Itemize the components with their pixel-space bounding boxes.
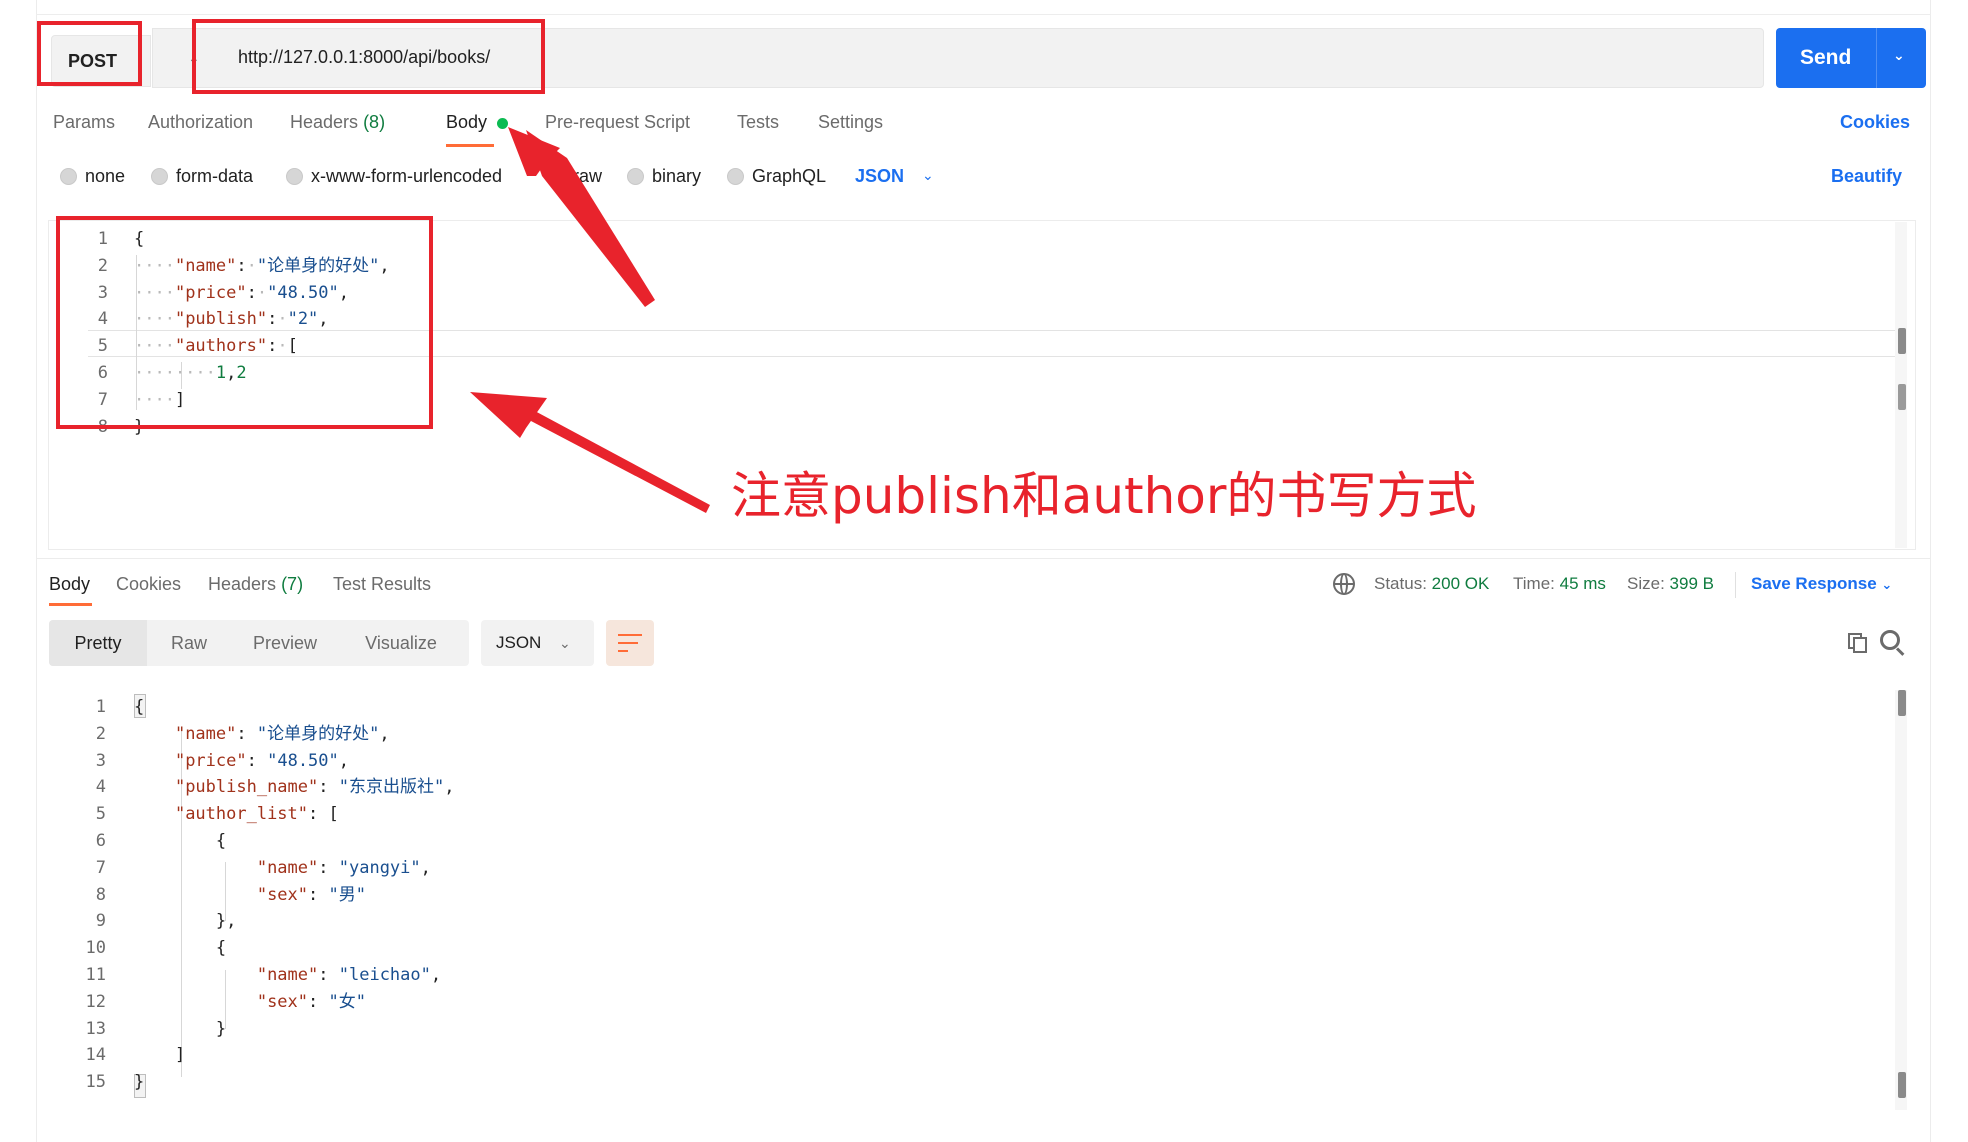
- body-modified-indicator: [497, 118, 508, 129]
- scrollbar-marker: [1898, 384, 1906, 410]
- radio-graphql[interactable]: GraphQL: [727, 166, 826, 187]
- scrollbar-track[interactable]: [1895, 690, 1907, 1110]
- radio-dot[interactable]: [60, 168, 77, 185]
- view-pretty[interactable]: Pretty: [49, 620, 147, 666]
- radio-dot[interactable]: [627, 168, 644, 185]
- meta-separator: [1735, 572, 1736, 598]
- chevron-down-icon[interactable]: ⌄: [1893, 47, 1905, 64]
- format-select[interactable]: JSON: [855, 166, 904, 187]
- send-button[interactable]: Send ⌄: [1776, 28, 1926, 88]
- copy-icon-front: [1853, 637, 1867, 653]
- active-tab-indicator: [446, 144, 494, 147]
- annotation-box-url: [192, 19, 545, 94]
- response-divider: [36, 558, 1931, 559]
- tab-pre-request-script[interactable]: Pre-request Script: [545, 112, 690, 133]
- tab-authorization[interactable]: Authorization: [148, 112, 253, 133]
- chevron-down-icon: ⌄: [559, 635, 571, 651]
- wrap-icon-line: [618, 642, 638, 644]
- response-format-select[interactable]: JSON ⌄: [481, 620, 594, 666]
- time-readout: Time: 45 ms: [1513, 574, 1606, 593]
- wrap-icon: [618, 634, 642, 636]
- tab-headers[interactable]: Headers (8): [290, 112, 385, 133]
- response-tab-body[interactable]: Body: [49, 574, 90, 595]
- send-separator: [1876, 28, 1877, 88]
- save-response-button[interactable]: Save Response ⌄: [1751, 574, 1892, 594]
- scrollbar-thumb[interactable]: [1898, 690, 1906, 716]
- view-raw[interactable]: Raw: [147, 620, 231, 666]
- response-line-numbers: 1 2 3 4 5 6 7 8 9 10 11 12 13 14 15: [85, 697, 106, 1093]
- status-readout: Status: 200 OK: [1374, 574, 1490, 593]
- copy-icon[interactable]: [1848, 633, 1868, 653]
- response-tab-cookies[interactable]: Cookies: [116, 574, 181, 595]
- response-tab-headers[interactable]: Headers (7): [208, 574, 303, 595]
- annotation-note: 注意publish和author的书写方式: [731, 467, 1477, 525]
- radio-binary[interactable]: binary: [627, 166, 701, 187]
- response-tab-test-results[interactable]: Test Results: [333, 574, 431, 595]
- scrollbar-marker: [1898, 1072, 1906, 1098]
- radio-dot-selected[interactable]: [548, 168, 565, 185]
- globe-icon[interactable]: [1333, 573, 1355, 595]
- view-visualize[interactable]: Visualize: [339, 620, 463, 666]
- wrap-lines-button[interactable]: [606, 620, 654, 666]
- radio-x-www-form-urlencoded[interactable]: x-www-form-urlencoded: [286, 166, 502, 187]
- response-body-code: { "name": "论单身的好处", "price": "48.50", "p…: [134, 697, 455, 1093]
- radio-none[interactable]: none: [60, 166, 125, 187]
- response-view-switcher: Pretty Raw Preview Visualize: [49, 620, 469, 666]
- annotation-box-request-body: [56, 216, 433, 429]
- beautify-link[interactable]: Beautify: [1831, 166, 1902, 187]
- size-readout: Size: 399 B: [1627, 574, 1714, 593]
- radio-form-data[interactable]: form-data: [151, 166, 253, 187]
- tab-tests[interactable]: Tests: [737, 112, 779, 133]
- top-divider: [36, 14, 1931, 15]
- scrollbar-thumb[interactable]: [1898, 328, 1906, 354]
- radio-raw[interactable]: raw: [548, 166, 602, 187]
- radio-dot[interactable]: [286, 168, 303, 185]
- chevron-down-icon[interactable]: ⌄: [922, 167, 934, 184]
- active-tab-indicator: [49, 603, 92, 606]
- search-icon[interactable]: [1880, 630, 1900, 650]
- radio-dot[interactable]: [151, 168, 168, 185]
- send-label: Send: [1800, 46, 1852, 69]
- tab-body[interactable]: Body: [446, 112, 487, 133]
- tab-params[interactable]: Params: [53, 112, 115, 133]
- annotation-box-method: [37, 21, 142, 86]
- radio-dot[interactable]: [727, 168, 744, 185]
- cookies-link[interactable]: Cookies: [1840, 112, 1910, 133]
- view-preview[interactable]: Preview: [231, 620, 339, 666]
- wrap-icon-line: [618, 650, 628, 652]
- tab-settings[interactable]: Settings: [818, 112, 883, 133]
